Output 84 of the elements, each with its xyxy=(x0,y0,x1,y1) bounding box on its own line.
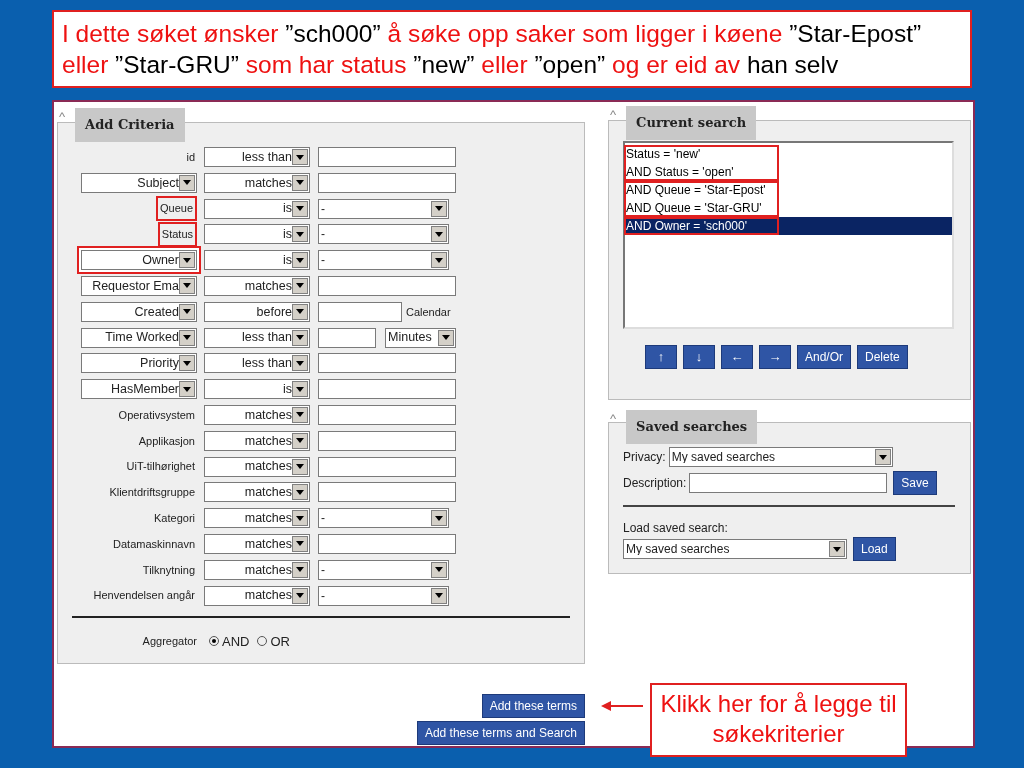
list-action-button[interactable]: ↑ xyxy=(645,345,677,369)
search-terms-list[interactable]: Status = 'new' AND Status = 'open' AND Queue = 'Star-Epost' AND Queue = 'Star-GRU' AND Owner = 'sch000' xyxy=(623,141,954,329)
value-select[interactable]: - xyxy=(318,198,449,219)
search-term[interactable]: AND Queue = 'Star-GRU' xyxy=(625,199,952,217)
operator-select[interactable]: matches xyxy=(204,430,310,451)
operator-select[interactable]: matches xyxy=(204,172,310,193)
value-input[interactable] xyxy=(318,379,456,400)
operator-select[interactable]: is xyxy=(204,198,310,219)
aggregator-label: Aggregator xyxy=(141,634,197,650)
field-select[interactable]: Created xyxy=(81,301,197,322)
search-term[interactable]: AND Status = 'open' xyxy=(625,163,952,181)
operator-select[interactable]: before xyxy=(204,301,310,322)
load-select[interactable]: My saved searches xyxy=(623,539,847,559)
search-term[interactable]: AND Queue = 'Star-Epost' xyxy=(625,181,952,199)
value-select[interactable]: - xyxy=(318,585,449,606)
privacy-select[interactable]: My saved searches xyxy=(668,447,893,467)
description-label: Description: xyxy=(623,475,687,492)
list-action-button[interactable]: ↓ xyxy=(683,345,715,369)
list-action-button[interactable]: And/Or xyxy=(797,345,851,369)
field-label: Klientdriftsgruppe xyxy=(108,485,196,501)
field-label: Kategori xyxy=(153,510,196,526)
number-input[interactable] xyxy=(318,327,376,348)
search-term[interactable]: Status = 'new' xyxy=(625,145,952,163)
radio-label: OR xyxy=(270,632,290,651)
operator-select[interactable]: matches xyxy=(204,456,310,477)
operator-select[interactable]: matches xyxy=(204,276,310,296)
field-label: Operativsystem xyxy=(117,407,196,423)
callout: Klikk her for å legge til søkekriterier xyxy=(650,683,907,757)
caption: I dette søket ønsker ”sch000” å søke opp saker som ligger i køene ”Star-Epost” eller ”Star-GRU” som har status ”new” eller ”open” og er eid av han selv xyxy=(52,10,972,88)
value-input[interactable] xyxy=(318,533,456,554)
value-select[interactable]: - xyxy=(318,224,449,245)
value-input[interactable] xyxy=(318,430,456,451)
value-select[interactable]: - xyxy=(318,508,449,529)
field-select[interactable]: Requestor Ema xyxy=(81,276,197,296)
field-label: id xyxy=(185,149,196,165)
operator-select[interactable]: less than xyxy=(204,353,310,374)
value-select[interactable]: - xyxy=(318,250,449,271)
value-select[interactable]: - xyxy=(318,559,449,580)
operator-select[interactable]: matches xyxy=(204,508,310,529)
operator-select[interactable]: is xyxy=(204,224,310,245)
collapse-icon[interactable]: ^ xyxy=(610,108,617,121)
privacy-label: Privacy: xyxy=(623,449,666,466)
value-input[interactable] xyxy=(318,456,456,477)
field-label: Tilknytning xyxy=(141,562,196,578)
field-label: UiT-tilhørighet xyxy=(125,459,196,475)
operator-select[interactable]: is xyxy=(204,250,310,271)
description-input[interactable] xyxy=(689,473,888,493)
operator-select[interactable]: matches xyxy=(204,559,310,580)
operator-select[interactable]: less than xyxy=(204,147,310,167)
load-button[interactable]: Load xyxy=(853,537,896,561)
field-label: Queue xyxy=(155,196,197,221)
collapse-icon[interactable]: ^ xyxy=(610,412,617,425)
add-and-search-button[interactable]: Add these terms and Search xyxy=(416,721,585,745)
operator-select[interactable]: less than xyxy=(204,327,310,348)
operator-select[interactable]: is xyxy=(204,379,310,400)
value-input[interactable] xyxy=(318,353,456,374)
field-select[interactable]: Time Worked xyxy=(81,327,197,348)
add-terms-button[interactable]: Add these terms xyxy=(481,694,585,718)
collapse-icon[interactable]: ^ xyxy=(59,110,66,123)
list-action-button[interactable]: Delete xyxy=(857,345,908,369)
save-button[interactable]: Save xyxy=(893,471,937,495)
value-input[interactable] xyxy=(318,404,456,425)
value-input[interactable] xyxy=(318,276,456,296)
operator-select[interactable]: matches xyxy=(204,482,310,503)
field-select[interactable]: Priority xyxy=(81,353,197,374)
radio-label: AND xyxy=(222,632,250,651)
arrow-icon xyxy=(601,700,643,712)
field-select[interactable]: HasMember xyxy=(81,379,197,400)
load-label: Load saved search: xyxy=(623,520,729,537)
operator-select[interactable]: matches xyxy=(204,585,310,606)
date-input[interactable] xyxy=(318,301,402,322)
operator-select[interactable]: matches xyxy=(204,404,310,425)
field-label: Henvendelsen angår xyxy=(92,588,196,604)
field-label: Applikasjon xyxy=(137,433,196,449)
field-select[interactable]: Subject xyxy=(81,172,197,193)
value-input[interactable] xyxy=(318,482,456,503)
unit-select[interactable]: Minutes xyxy=(385,327,456,348)
list-action-button[interactable]: → xyxy=(759,345,791,369)
field-label: Datamaskinnavn xyxy=(112,536,196,552)
operator-select[interactable]: matches xyxy=(204,533,310,554)
value-input[interactable] xyxy=(318,147,456,167)
calendar-link[interactable]: Calendar xyxy=(406,303,451,321)
value-input[interactable] xyxy=(318,172,456,193)
list-action-button[interactable]: ← xyxy=(721,345,753,369)
